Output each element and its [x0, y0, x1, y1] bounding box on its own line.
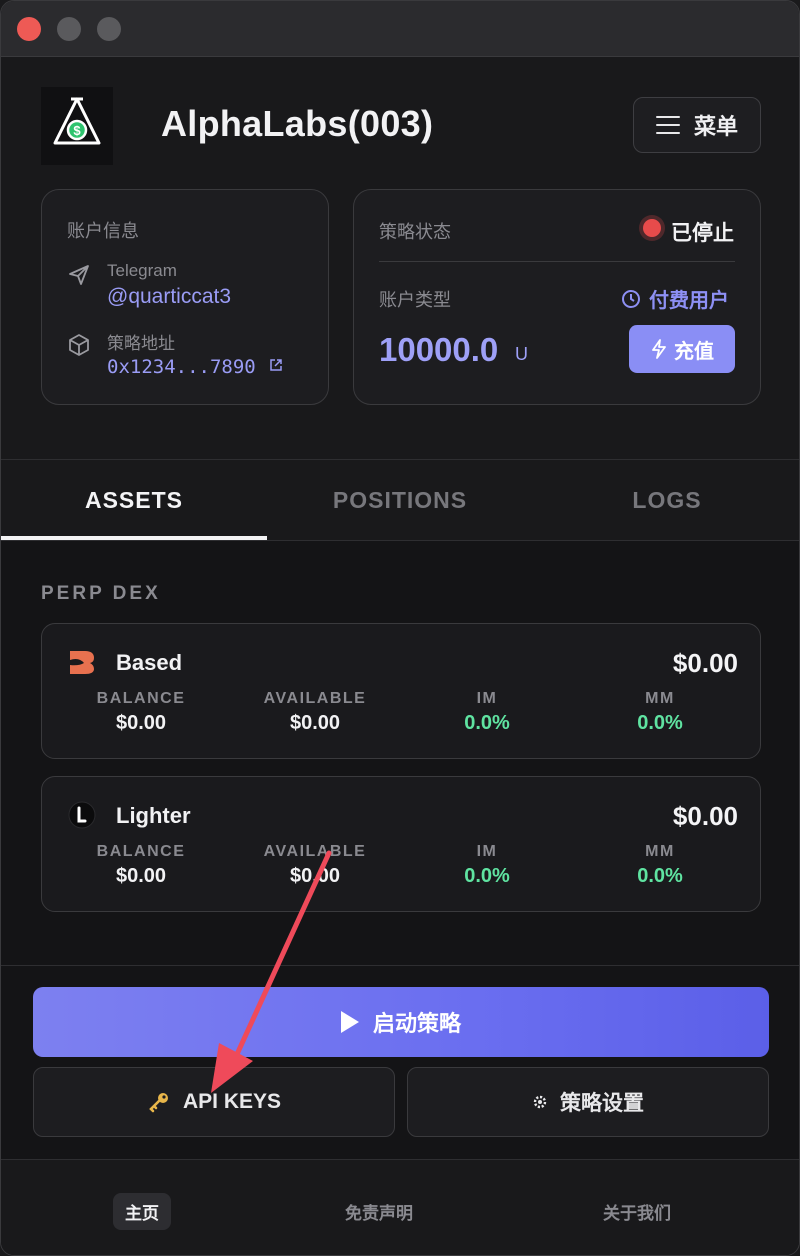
lighter-logo-icon — [68, 801, 96, 829]
app-window: $ AlphaLabs(003) 菜单 账户信息 Telegram @quart… — [0, 0, 800, 1256]
app-title: AlphaLabs(003) — [161, 103, 434, 144]
column-header: BALANCE — [96, 690, 186, 707]
external-link-icon[interactable] — [269, 358, 283, 377]
column-value: 0.0% — [464, 865, 510, 887]
recharge-label: 充值 — [674, 340, 714, 363]
clock-icon — [622, 289, 640, 308]
column-header: MM — [645, 690, 675, 707]
available-column: AVAILABLE $0.00 — [240, 690, 390, 735]
send-icon — [67, 263, 91, 292]
gear-icon — [533, 1095, 547, 1109]
balance-column: BALANCE $0.00 — [66, 690, 216, 735]
im-column: IM 0.0% — [412, 843, 562, 888]
account-info-title: 账户信息 — [67, 221, 139, 241]
api-keys-label: API KEYS — [182, 1090, 282, 1113]
status-dot-icon — [643, 219, 661, 237]
active-tab-indicator — [1, 536, 267, 540]
balance-column: BALANCE $0.00 — [66, 843, 216, 888]
zoom-window-button[interactable] — [97, 17, 121, 41]
dex-total: $0.00 — [672, 648, 738, 678]
hamburger-icon — [655, 116, 680, 135]
dex-total: $0.00 — [672, 801, 738, 831]
strategy-settings-label: 策略设置 — [560, 1092, 644, 1115]
nav-about[interactable]: 关于我们 — [603, 1199, 671, 1224]
column-value: $0.00 — [115, 712, 167, 734]
im-column: IM 0.0% — [412, 690, 562, 735]
tab-bar: ASSETS POSITIONS LOGS — [1, 459, 799, 541]
status-text: 已停止 — [671, 222, 734, 245]
close-window-button[interactable] — [17, 17, 41, 41]
start-strategy-button[interactable]: 启动策略 — [33, 987, 769, 1057]
balance-amount: 10000.0 — [379, 331, 499, 368]
tab-assets[interactable]: ASSETS — [1, 460, 267, 540]
start-strategy-label: 启动策略 — [372, 1011, 461, 1036]
dex-card-lighter[interactable]: Lighter $0.00 BALANCE $0.00 AVAILABLE $0… — [41, 776, 761, 912]
column-header: IM — [476, 690, 498, 707]
strategy-status-title: 策略状态 — [379, 222, 451, 242]
address-label: 策略地址 — [107, 334, 175, 353]
telegram-handle-link[interactable]: @quarticcat3 — [107, 285, 231, 309]
based-logo-icon — [68, 648, 96, 676]
nav-disclaimer[interactable]: 免责声明 — [345, 1199, 413, 1224]
column-value: $0.00 — [289, 712, 341, 734]
cube-icon — [67, 333, 91, 362]
column-header: AVAILABLE — [263, 843, 367, 860]
column-header: AVAILABLE — [263, 690, 367, 707]
section-title: PERP DEX — [41, 583, 161, 604]
title-bar — [1, 1, 799, 57]
mm-column: MM 0.0% — [585, 843, 735, 888]
play-icon — [340, 1011, 359, 1033]
menu-button[interactable]: 菜单 — [633, 97, 761, 153]
paid-user-badge: 付费用户 — [621, 284, 729, 313]
svg-text:$: $ — [73, 123, 81, 138]
tab-positions[interactable]: POSITIONS — [267, 460, 533, 540]
key-icon — [149, 1093, 168, 1113]
column-header: BALANCE — [96, 843, 186, 860]
address-link[interactable]: 0x1234...7890 — [107, 356, 256, 378]
available-column: AVAILABLE $0.00 — [240, 843, 390, 888]
recharge-button[interactable]: 充值 — [629, 325, 735, 373]
tab-logs[interactable]: LOGS — [534, 460, 799, 540]
app-logo-icon: $ — [41, 87, 113, 165]
dex-name: Lighter — [116, 803, 191, 828]
telegram-label: Telegram — [107, 261, 177, 280]
column-value: 0.0% — [637, 712, 683, 734]
status-divider — [379, 261, 735, 262]
strategy-settings-button[interactable]: 策略设置 — [407, 1067, 769, 1137]
balance-unit: U — [515, 344, 528, 364]
account-type-label: 账户类型 — [379, 290, 451, 310]
dex-card-based[interactable]: Based $0.00 BALANCE $0.00 AVAILABLE $0.0… — [41, 623, 761, 759]
column-header: MM — [645, 843, 675, 860]
dex-name: Based — [116, 650, 183, 675]
mm-column: MM 0.0% — [585, 690, 735, 735]
column-value: $0.00 — [289, 865, 341, 887]
api-keys-button[interactable]: API KEYS — [33, 1067, 395, 1137]
minimize-window-button[interactable] — [57, 17, 81, 41]
column-value: $0.00 — [115, 865, 167, 887]
nav-home[interactable]: 主页 — [113, 1193, 171, 1230]
actions-divider — [1, 965, 799, 966]
column-value: 0.0% — [464, 712, 510, 734]
account-type-value: 付费用户 — [649, 290, 729, 312]
lightning-icon — [652, 339, 666, 359]
menu-label: 菜单 — [693, 114, 738, 139]
column-value: 0.0% — [637, 865, 683, 887]
column-header: IM — [476, 843, 498, 860]
